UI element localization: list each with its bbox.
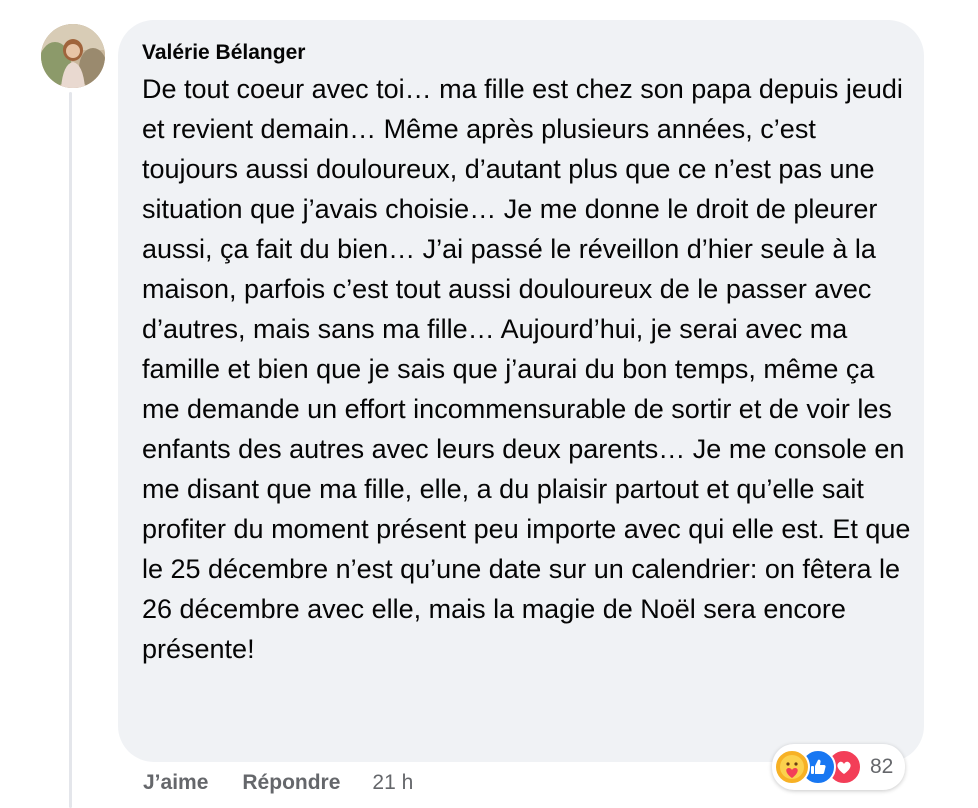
reactions-summary[interactable]: 82	[772, 744, 906, 790]
like-button[interactable]: J’aime	[143, 771, 208, 795]
thread-connector-line	[69, 92, 72, 808]
comment-actions: J’aime Répondre 21 h	[143, 768, 413, 798]
avatar[interactable]	[41, 24, 105, 88]
comment-text: De tout coeur avec toi… ma fille est che…	[142, 74, 911, 664]
comment-bubble: Valérie Bélanger De tout coeur avec toi……	[118, 20, 924, 762]
reply-button[interactable]: Répondre	[242, 771, 340, 795]
care-icon	[774, 749, 810, 785]
comment-timestamp[interactable]: 21 h	[372, 771, 413, 795]
reaction-count: 82	[870, 755, 894, 778]
comment-author-name[interactable]: Valérie Bélanger	[142, 40, 900, 66]
comment-thread: Valérie Bélanger De tout coeur avec toi……	[0, 0, 978, 808]
